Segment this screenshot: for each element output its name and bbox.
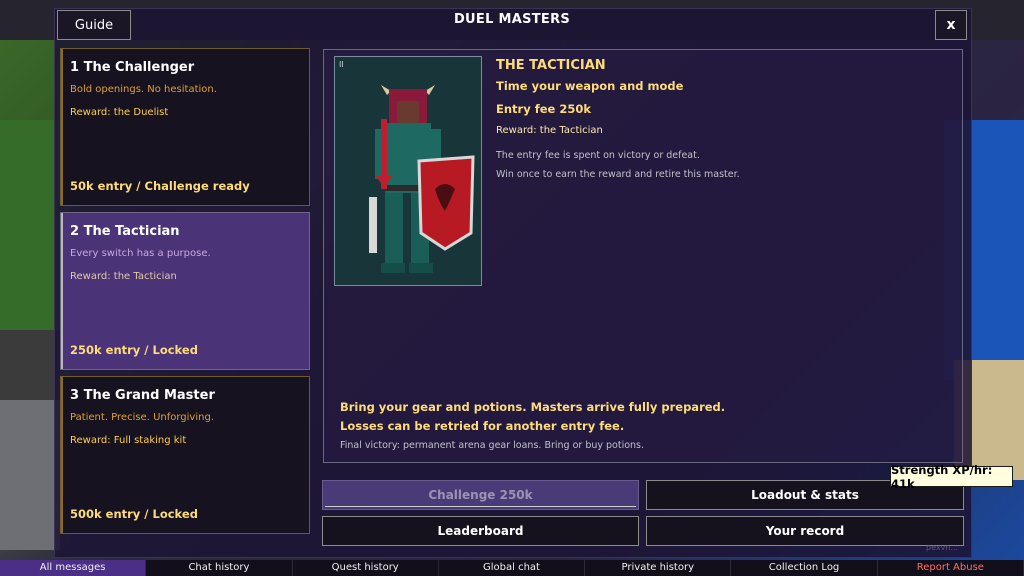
card-status: 50k entry / Challenge ready [70, 179, 250, 193]
tab-private-history[interactable]: Private history [585, 560, 732, 576]
card-description: Patient. Precise. Unforgiving. [70, 412, 214, 423]
detail-note: Win once to earn the reward and retire t… [496, 169, 740, 180]
master-portrait: II [334, 56, 482, 286]
card-title: 1 The Challenger [70, 60, 195, 75]
card-reward: Reward: the Duelist [70, 107, 169, 118]
xp-tooltip: Strength XP/hr: 41k [890, 463, 1013, 491]
detail-subtitle: Time your weapon and mode [496, 79, 684, 93]
tab-all-messages[interactable]: All messages [0, 560, 147, 576]
detail-note: The entry fee is spent on victory or def… [496, 150, 700, 161]
panel-title: DUEL MASTERS [453, 12, 571, 27]
watermark-text: pexvn... [926, 543, 959, 552]
card-status: 500k entry / Locked [70, 507, 198, 521]
card-reward: Reward: Full staking kit [70, 435, 187, 446]
your-record-button[interactable]: Your record [646, 516, 964, 546]
stone-ground [0, 400, 60, 550]
tab-report-abuse[interactable]: Report Abuse [878, 560, 1024, 576]
tab-collection-log[interactable]: Collection Log [731, 560, 878, 576]
card-title: 3 The Grand Master [70, 388, 215, 403]
tab-chat-history[interactable]: Chat history [146, 560, 293, 576]
building-roof [0, 330, 60, 410]
detail-final-note: Final victory: permanent arena gear loan… [340, 440, 645, 451]
tab-global-chat[interactable]: Global chat [439, 560, 586, 576]
leaderboard-button[interactable]: Leaderboard [322, 516, 639, 546]
card-accent [61, 49, 63, 205]
card-accent [61, 213, 63, 369]
challenge-button[interactable]: Challenge 250k [322, 480, 639, 510]
card-description: Bold openings. No hesitation. [70, 84, 217, 95]
detail-reward: Reward: the Tactician [496, 125, 603, 136]
master-card-tactician[interactable]: 2 The Tactician Every switch has a purpo… [60, 212, 310, 370]
detail-entry-fee: Entry fee 250k [496, 102, 591, 116]
guide-button[interactable]: Guide [57, 10, 131, 40]
card-reward: Reward: the Tactician [70, 271, 177, 282]
card-description: Every switch has a purpose. [70, 248, 211, 259]
detail-retry-note: Losses can be retried for another entry … [340, 419, 625, 433]
portrait-tag: II [339, 60, 344, 69]
close-icon[interactable]: x [935, 10, 967, 40]
detail-master-name: THE TACTICIAN [496, 58, 606, 73]
master-card-grand-master[interactable]: 3 The Grand Master Patient. Precise. Unf… [60, 376, 310, 534]
horned-warrior-icon [369, 85, 475, 273]
card-title: 2 The Tactician [70, 224, 180, 239]
detail-prep-note: Bring your gear and potions. Masters arr… [340, 400, 726, 414]
tab-quest-history[interactable]: Quest history [293, 560, 439, 576]
card-status: 250k entry / Locked [70, 343, 198, 357]
master-card-challenger[interactable]: 1 The Challenger Bold openings. No hesit… [60, 48, 310, 206]
card-accent [61, 377, 63, 533]
chat-tab-bar: All messages Chat history Quest history … [0, 560, 1024, 576]
